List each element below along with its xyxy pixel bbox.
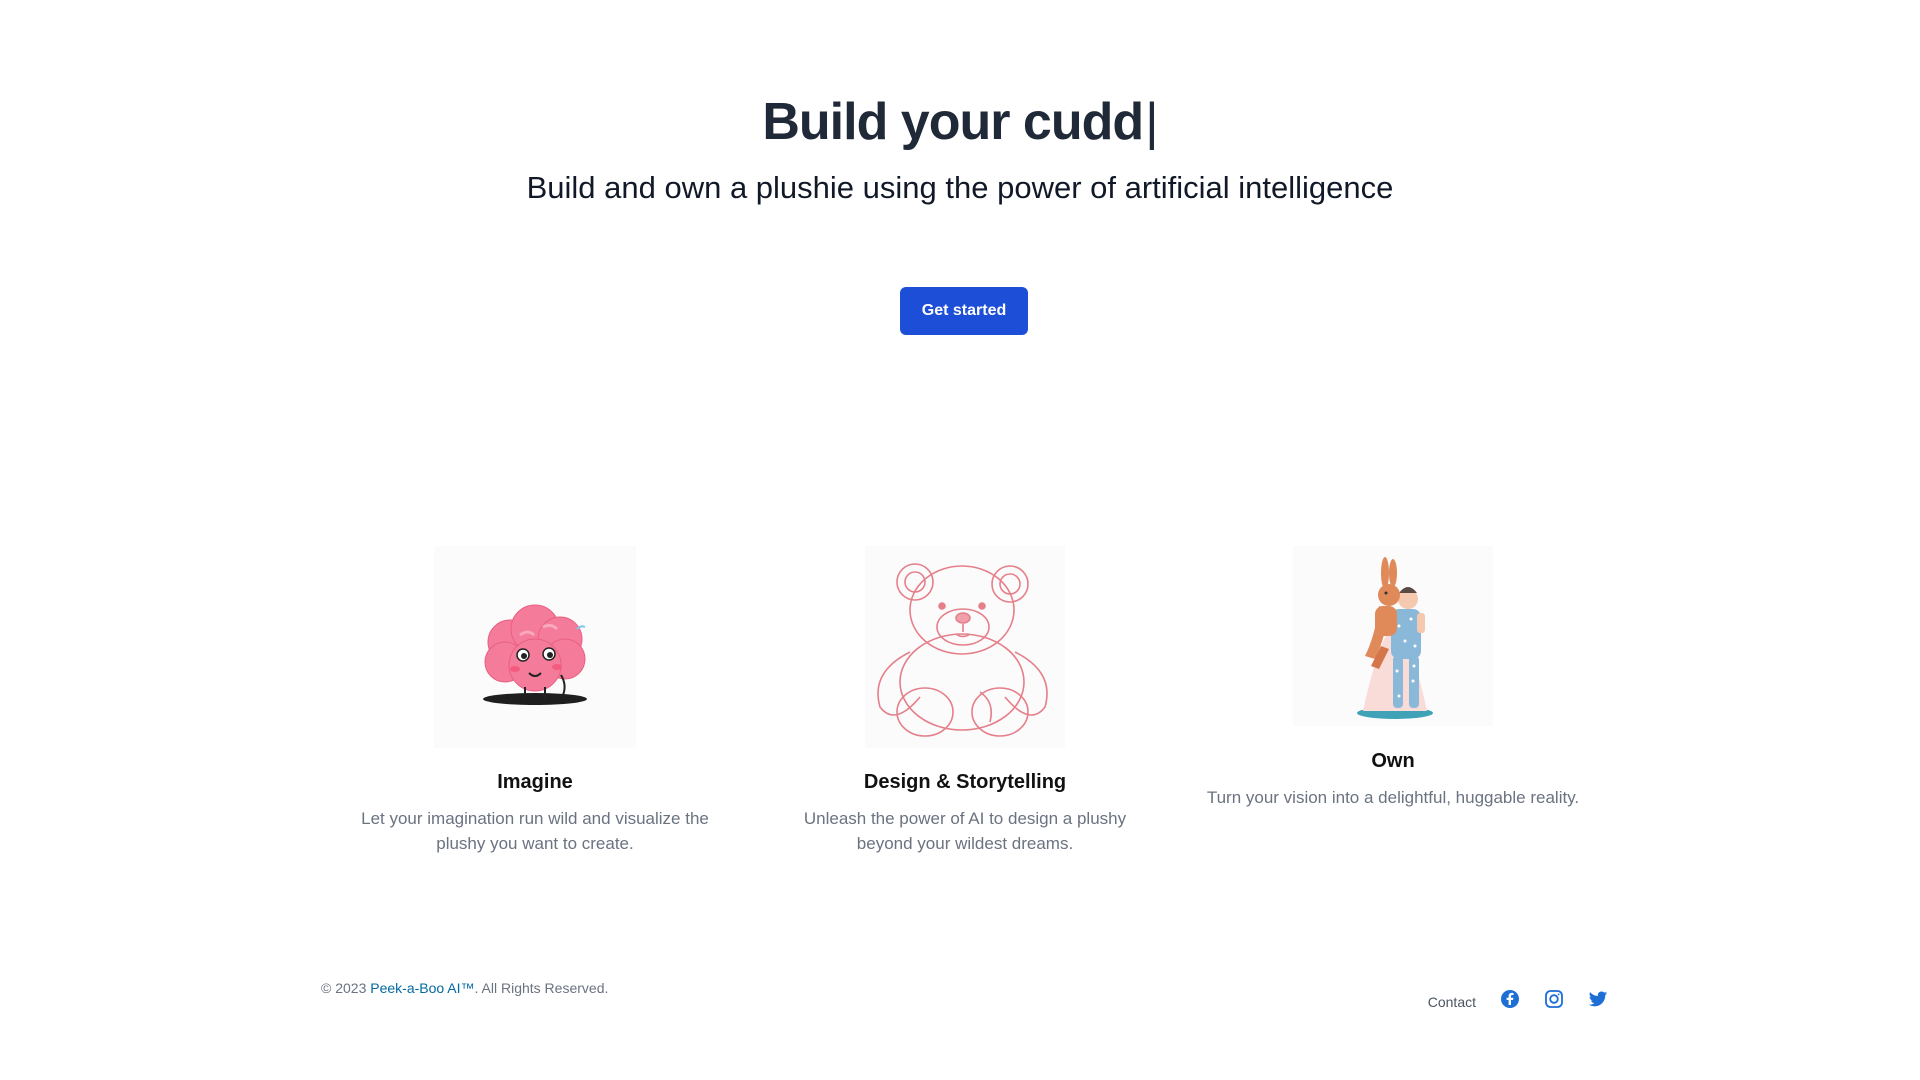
feature-description: Let your imagination run wild and visual… — [361, 809, 709, 853]
feature-own: Own Turn your vision into a delightful, … — [1193, 546, 1593, 810]
feature-title: Own — [1371, 750, 1415, 772]
feature-description: Unleash the power of AI to design a plus… — [803, 809, 1127, 853]
feature-title: Design & Storytelling — [863, 771, 1067, 793]
instagram-icon[interactable] — [1544, 989, 1564, 1009]
twitter-icon[interactable] — [1588, 989, 1608, 1009]
hero-title: Build your cudd| — [0, 90, 1920, 154]
brand-link[interactable]: Peek-a-Boo AI™ — [370, 980, 474, 996]
hero-title-text: Build your cudd — [762, 93, 1144, 151]
teddy-bear-sketch-illustration — [865, 546, 1065, 748]
facebook-icon[interactable] — [1500, 989, 1520, 1009]
feature-description: Turn your vision into a delightful, hugg… — [1206, 788, 1580, 807]
feature-title: Imagine — [497, 771, 573, 793]
copyright-suffix: . All Rights Reserved. — [474, 980, 609, 996]
feature-design-storytelling: Design & Storytelling Unleash the power … — [785, 546, 1145, 856]
typing-cursor: | — [1145, 93, 1158, 151]
get-started-button[interactable]: Get started — [900, 287, 1028, 335]
pink-brain-character-illustration — [434, 546, 636, 748]
hero-subtitle: Build and own a plushie using the power … — [526, 170, 1394, 205]
contact-link[interactable]: Contact — [1428, 988, 1476, 1010]
child-hugging-bunny-illustration — [1293, 546, 1493, 726]
footer-links: Contact — [1428, 988, 1608, 1010]
footer-copyright: © 2023 Peek-a-Boo AI™. All Rights Reserv… — [321, 980, 608, 996]
copyright-prefix: © 2023 — [321, 980, 371, 996]
landing-page: Build your cudd| Build and own a plushie… — [0, 0, 1920, 1080]
feature-imagine: Imagine Let your imagination run wild an… — [355, 546, 715, 856]
